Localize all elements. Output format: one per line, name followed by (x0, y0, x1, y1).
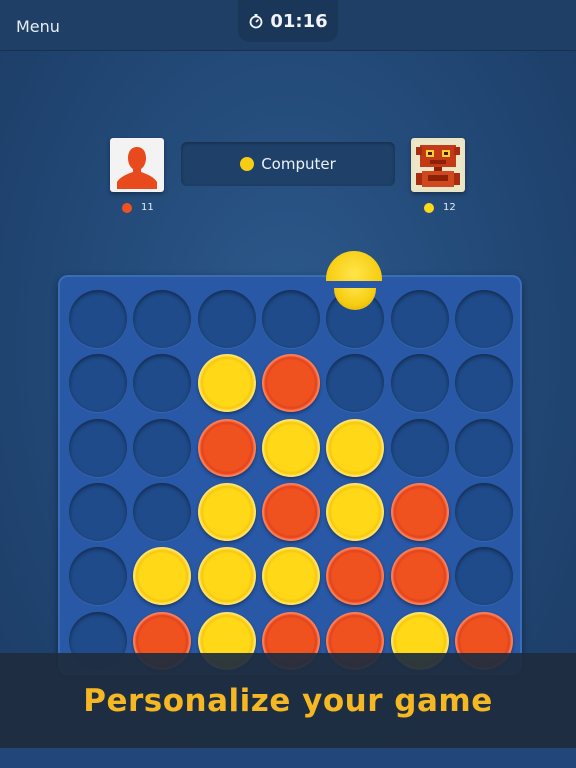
board-cell-r2-c7[interactable] (454, 354, 513, 413)
game-board[interactable] (58, 275, 522, 675)
board-cell-r2-c2[interactable] (133, 354, 192, 413)
board-cell-r4-c6[interactable] (390, 482, 449, 541)
player-avatar-left[interactable] (110, 138, 164, 192)
board-cell-r3-c6[interactable] (390, 418, 449, 477)
board-cell-r2-c5[interactable] (326, 354, 385, 413)
timer: 01:16 (238, 0, 338, 42)
player-left-score-value: 11 (141, 202, 154, 213)
board-cell-r1-c1[interactable] (69, 290, 127, 348)
board-cell-r1-c3[interactable] (197, 290, 256, 348)
board-cell-r4-c2[interactable] (133, 482, 192, 541)
board-cell-r4-c4[interactable] (261, 482, 320, 541)
board-cell-r3-c3[interactable] (197, 418, 256, 477)
current-player-name: Computer (261, 155, 336, 173)
stopwatch-icon (249, 14, 263, 29)
board-cell-r5-c4[interactable] (261, 547, 320, 606)
board-cell-r2-c3[interactable] (197, 354, 256, 413)
current-turn-indicator: Computer (181, 142, 395, 186)
board-cell-r1-c2[interactable] (133, 290, 192, 348)
board-cell-r1-c6[interactable] (390, 290, 449, 348)
player-left-color-dot (122, 202, 132, 213)
board-cell-r3-c7[interactable] (454, 418, 513, 477)
board-cell-r3-c2[interactable] (133, 418, 192, 477)
board-cell-r5-c5[interactable] (326, 547, 385, 606)
banner-text: Personalize your game (83, 682, 493, 719)
board-cell-r5-c7[interactable] (454, 547, 513, 606)
board-cell-r4-c5[interactable] (326, 482, 385, 541)
player-left-score: 11 (122, 202, 154, 213)
board-cell-r4-c1[interactable] (69, 482, 127, 541)
menu-button[interactable]: Menu (16, 17, 60, 36)
robot-icon (414, 141, 462, 189)
board-cell-r5-c1[interactable] (69, 547, 127, 606)
board-cell-r1-c7[interactable] (454, 290, 513, 348)
top-bar: Menu 01:16 (0, 0, 576, 51)
turn-color-dot (240, 157, 255, 171)
player-right-score-value: 12 (443, 202, 456, 213)
board-cell-r3-c4[interactable] (261, 418, 320, 477)
promo-banner: Personalize your game (0, 653, 576, 748)
board-cell-r4-c3[interactable] (197, 482, 256, 541)
timer-value: 01:16 (270, 10, 328, 32)
board-cell-r2-c6[interactable] (390, 354, 449, 413)
board-cell-r2-c4[interactable] (261, 354, 320, 413)
board-cell-r5-c3[interactable] (197, 547, 256, 606)
player-avatar-right[interactable] (411, 138, 465, 192)
board-cell-r4-c7[interactable] (454, 482, 513, 541)
player-right-score: 12 (424, 202, 456, 213)
dropping-disc (326, 251, 382, 281)
bottom-strip (0, 748, 576, 768)
board-cell-r2-c1[interactable] (69, 354, 127, 413)
person-silhouette-icon (113, 141, 161, 189)
board-cell-r5-c2[interactable] (133, 547, 192, 606)
player-right-color-dot (424, 202, 434, 213)
board-cell-r3-c5[interactable] (326, 418, 385, 477)
board-cell-r5-c6[interactable] (390, 547, 449, 606)
board-cell-r1-c4[interactable] (261, 290, 320, 348)
board-cell-r3-c1[interactable] (69, 418, 127, 477)
dropping-disc-lower (334, 288, 376, 310)
